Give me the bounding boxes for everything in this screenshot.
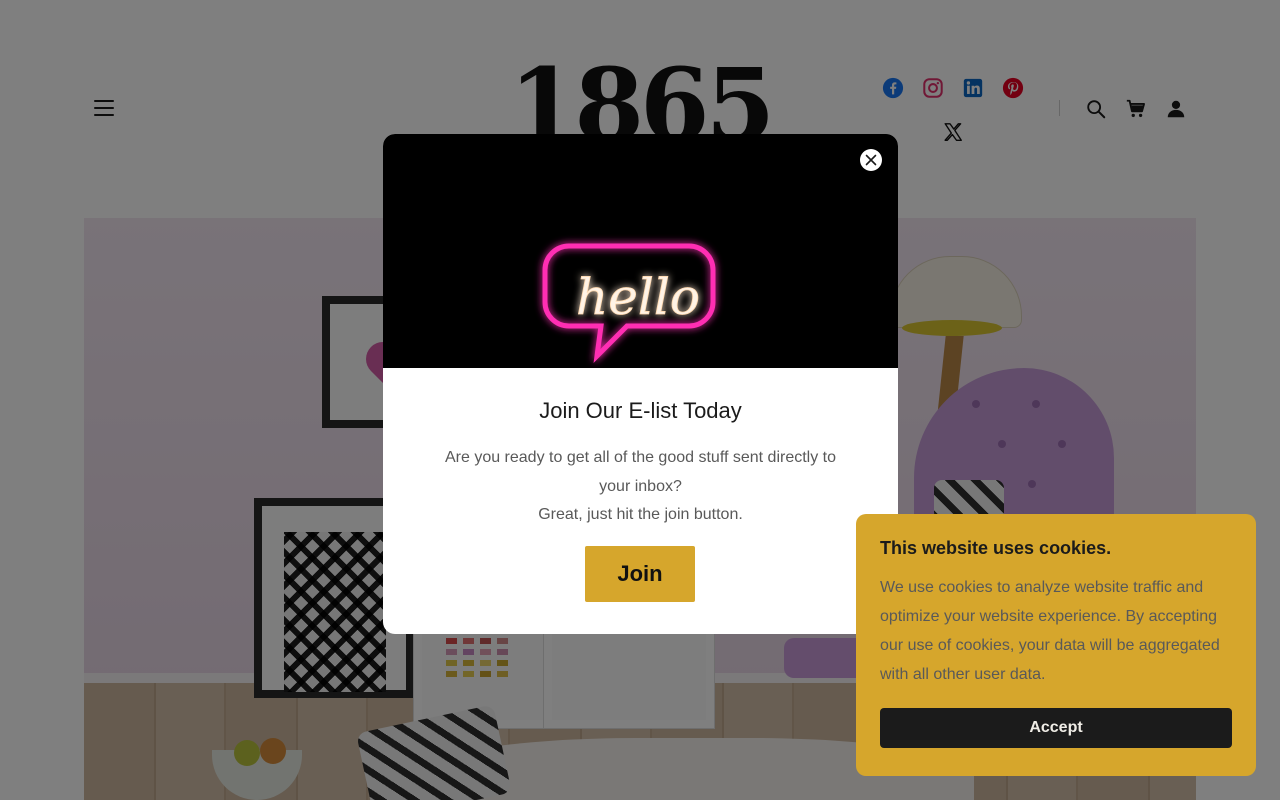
svg-text:hello: hello [576,268,700,326]
elist-popup: hello Join Our E-list Today Are you read… [383,134,898,634]
accept-cookies-button[interactable]: Accept [880,708,1232,748]
cookie-text: We use cookies to analyze website traffi… [880,579,1220,683]
popup-body-line2: Great, just hit the join button. [538,506,743,523]
join-button[interactable]: Join [585,546,695,602]
cookie-title: This website uses cookies. [880,538,1112,558]
popup-description: Are you ready to get all of the good stu… [438,444,843,530]
popup-body-line1: Are you ready to get all of the good stu… [444,449,837,495]
close-icon [865,154,877,166]
cookie-banner: This website uses cookies. We use cookie… [856,514,1256,776]
hello-neon-image: hello [383,134,898,368]
close-popup-button[interactable] [860,149,882,171]
popup-title: Join Our E-list Today [539,398,742,423]
